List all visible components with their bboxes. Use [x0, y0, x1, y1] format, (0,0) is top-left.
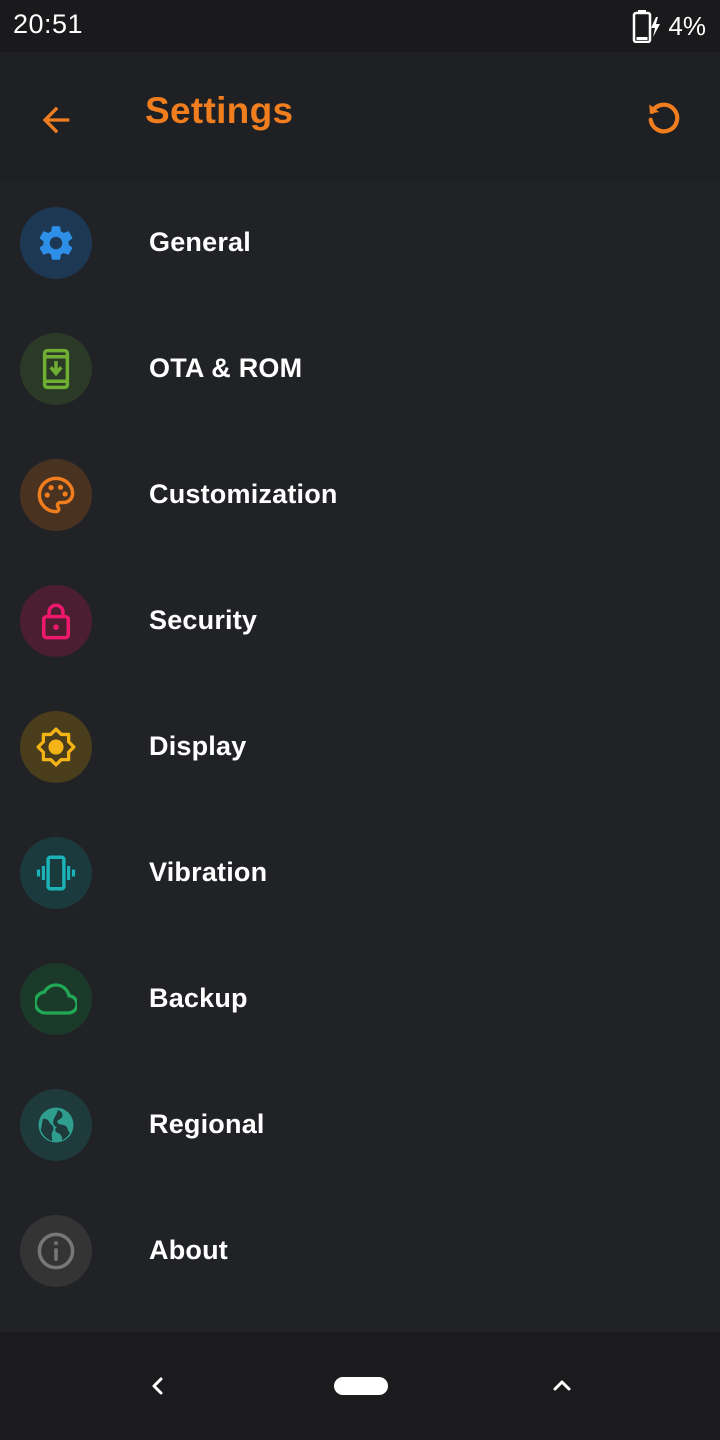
nav-back-button[interactable] — [138, 1366, 178, 1406]
item-icon-circle — [20, 333, 92, 405]
back-button[interactable] — [24, 88, 88, 152]
system-update-icon — [42, 348, 70, 390]
item-label: About — [149, 1235, 228, 1265]
vibration-icon — [36, 855, 76, 891]
brightness-icon — [36, 727, 76, 767]
battery-percent: 4% — [668, 10, 706, 41]
item-label: Security — [149, 605, 258, 635]
item-icon-circle — [20, 585, 92, 657]
status-time: 20:51 — [13, 9, 84, 39]
arrow-back-icon — [42, 106, 70, 134]
item-label: Customization — [149, 479, 338, 509]
battery-charging-icon — [633, 10, 661, 43]
item-icon-circle — [20, 963, 92, 1035]
restore-icon — [648, 102, 680, 134]
settings-item-display[interactable]: Display — [0, 686, 720, 812]
settings-item-security[interactable]: Security — [0, 560, 720, 686]
nav-recents-button[interactable] — [542, 1366, 582, 1406]
settings-item-ota-rom[interactable]: OTA & ROM — [0, 308, 720, 434]
item-icon-circle — [20, 711, 92, 783]
settings-item-backup[interactable]: Backup — [0, 938, 720, 1064]
status-bar: 20:51 4% — [0, 0, 720, 52]
settings-item-regional[interactable]: Regional — [0, 1064, 720, 1190]
lock-icon — [42, 603, 70, 640]
gear-icon — [39, 226, 73, 260]
settings-item-general[interactable]: General — [0, 182, 720, 308]
item-label: Vibration — [149, 857, 268, 887]
app-bar: Settings — [0, 52, 720, 182]
item-icon-circle — [20, 837, 92, 909]
palette-icon — [37, 476, 75, 514]
item-icon-circle — [20, 1215, 92, 1287]
chevron-up-icon — [553, 1380, 571, 1391]
cloud-icon — [35, 983, 77, 1015]
item-icon-circle — [20, 1089, 92, 1161]
item-label: General — [149, 227, 251, 257]
status-indicators: 4% — [632, 8, 706, 44]
info-icon — [37, 1232, 75, 1270]
reset-button[interactable] — [632, 86, 696, 150]
item-icon-circle — [20, 207, 92, 279]
item-label: Regional — [149, 1109, 265, 1139]
item-label: Backup — [149, 983, 248, 1013]
page-title: Settings — [145, 90, 294, 131]
home-pill-icon[interactable] — [334, 1377, 388, 1395]
item-label: Display — [149, 731, 247, 761]
item-label: OTA & ROM — [149, 353, 303, 383]
settings-list: General OTA & ROM Customization Security… — [0, 182, 720, 1332]
item-icon-circle — [20, 459, 92, 531]
navigation-bar — [0, 1332, 720, 1440]
settings-item-vibration[interactable]: Vibration — [0, 812, 720, 938]
globe-icon — [38, 1107, 74, 1143]
nav-back-icon — [152, 1377, 163, 1395]
settings-item-customization[interactable]: Customization — [0, 434, 720, 560]
settings-item-about[interactable]: About — [0, 1190, 720, 1316]
